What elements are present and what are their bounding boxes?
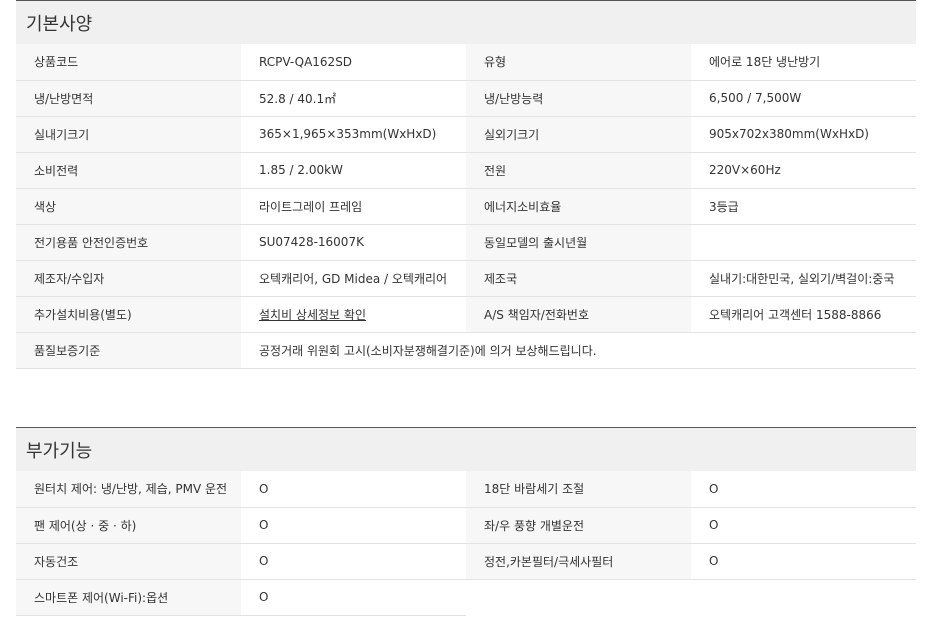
spec-value: 1.85 / 2.00kW xyxy=(241,152,466,189)
basic-spec-title: 기본사양 xyxy=(16,0,916,44)
spec-value: SU07428-16007K xyxy=(241,224,466,261)
feature-label: 스마트폰 제어(Wi-Fi):옵션 xyxy=(16,579,241,616)
spec-value: 라이트그레이 프레임 xyxy=(241,188,466,225)
spec-value: 실내기:대한민국, 실외기/벽걸이:중국 xyxy=(691,260,916,297)
feature-value: O xyxy=(241,507,466,544)
feature-label: 팬 제어(상 · 중 · 하) xyxy=(16,507,241,544)
spec-label: 실내기크기 xyxy=(16,116,241,153)
feature-value: O xyxy=(241,579,466,616)
feature-label: 원터치 제어: 냉/난방, 제습, PMV 운전 xyxy=(16,471,241,508)
install-cost-link[interactable]: 설치비 상세정보 확인 xyxy=(259,308,366,322)
warranty-label: 품질보증기준 xyxy=(16,332,241,369)
feature-value: O xyxy=(691,471,916,508)
spec-value: 에어로 18단 냉난방기 xyxy=(691,44,916,81)
feature-label: 자동건조 xyxy=(16,543,241,580)
table-row: 소비전력 1.85 / 2.00kW 전원 220V×60Hz xyxy=(16,152,916,189)
extra-features-title: 부가기능 xyxy=(16,427,916,471)
basic-spec-section: 기본사양 상품코드 RCPV-QA162SD 유형 에어로 18단 냉난방기 냉… xyxy=(16,0,916,369)
table-row: 스마트폰 제어(Wi-Fi):옵션 O xyxy=(16,579,916,616)
spec-value: 6,500 / 7,500W xyxy=(691,80,916,117)
feature-value: O xyxy=(241,543,466,580)
empty-cell xyxy=(466,579,691,615)
spec-value: 오텍캐리어, GD Midea / 오텍캐리어 xyxy=(241,260,466,297)
spec-label: 실외기크기 xyxy=(466,116,691,153)
feature-value: O xyxy=(241,471,466,508)
table-row: 실내기크기 365×1,965×353mm(WxHxD) 실외기크기 905x7… xyxy=(16,116,916,153)
spec-label: 색상 xyxy=(16,188,241,225)
spec-label: 제조자/수입자 xyxy=(16,260,241,297)
feature-label: 18단 바람세기 조절 xyxy=(466,471,691,508)
spec-label: 냉/난방능력 xyxy=(466,80,691,117)
warranty-value: 공정거래 위원회 고시(소비자분쟁해결기준)에 의거 보상해드립니다. xyxy=(241,332,916,369)
spec-value: 52.8 / 40.1㎡ xyxy=(241,80,466,117)
spec-value: 905x702x380mm(WxHxD) xyxy=(691,116,916,153)
extra-features-section: 부가기능 원터치 제어: 냉/난방, 제습, PMV 운전 O 18단 바람세기… xyxy=(16,427,916,616)
spec-label: 냉/난방면적 xyxy=(16,80,241,117)
table-row: 원터치 제어: 냉/난방, 제습, PMV 운전 O 18단 바람세기 조절 O xyxy=(16,471,916,508)
spec-label: 에너지소비효율 xyxy=(466,188,691,225)
feature-label: 정전,카본필터/극세사필터 xyxy=(466,543,691,580)
install-cost-cell: 설치비 상세정보 확인 xyxy=(241,296,466,333)
table-row: 전기용품 안전인증번호 SU07428-16007K 동일모델의 출시년월 xyxy=(16,224,916,261)
feature-value: O xyxy=(691,507,916,544)
spec-value: 365×1,965×353mm(WxHxD) xyxy=(241,116,466,153)
spec-value xyxy=(691,224,916,261)
spec-label: 동일모델의 출시년월 xyxy=(466,224,691,261)
empty-cell xyxy=(691,579,916,615)
table-row: 자동건조 O 정전,카본필터/극세사필터 O xyxy=(16,543,916,580)
basic-spec-table: 상품코드 RCPV-QA162SD 유형 에어로 18단 냉난방기 냉/난방면적… xyxy=(16,44,916,369)
table-row: 품질보증기준 공정거래 위원회 고시(소비자분쟁해결기준)에 의거 보상해드립니… xyxy=(16,332,916,369)
spec-label: 유형 xyxy=(466,44,691,81)
spec-value: 3등급 xyxy=(691,188,916,225)
spec-label: A/S 책임자/전화번호 xyxy=(466,296,691,333)
spec-label: 전원 xyxy=(466,152,691,189)
table-row: 냉/난방면적 52.8 / 40.1㎡ 냉/난방능력 6,500 / 7,500… xyxy=(16,80,916,117)
spec-value: RCPV-QA162SD xyxy=(241,44,466,81)
spec-value: 오텍캐리어 고객센터 1588-8866 xyxy=(691,296,916,333)
spec-label: 상품코드 xyxy=(16,44,241,81)
spec-label: 전기용품 안전인증번호 xyxy=(16,224,241,261)
extra-features-table: 원터치 제어: 냉/난방, 제습, PMV 운전 O 18단 바람세기 조절 O… xyxy=(16,471,916,616)
spec-value: 220V×60Hz xyxy=(691,152,916,189)
table-row: 팬 제어(상 · 중 · 하) O 좌/우 풍향 개별운전 O xyxy=(16,507,916,544)
spec-label: 소비전력 xyxy=(16,152,241,189)
table-row: 상품코드 RCPV-QA162SD 유형 에어로 18단 냉난방기 xyxy=(16,44,916,81)
spec-label: 추가설치비용(별도) xyxy=(16,296,241,333)
feature-value: O xyxy=(691,543,916,580)
feature-label: 좌/우 풍향 개별운전 xyxy=(466,507,691,544)
spec-label: 제조국 xyxy=(466,260,691,297)
table-row: 추가설치비용(별도) 설치비 상세정보 확인 A/S 책임자/전화번호 오텍캐리… xyxy=(16,296,916,333)
table-row: 제조자/수입자 오텍캐리어, GD Midea / 오텍캐리어 제조국 실내기:… xyxy=(16,260,916,297)
table-row: 색상 라이트그레이 프레임 에너지소비효율 3등급 xyxy=(16,188,916,225)
